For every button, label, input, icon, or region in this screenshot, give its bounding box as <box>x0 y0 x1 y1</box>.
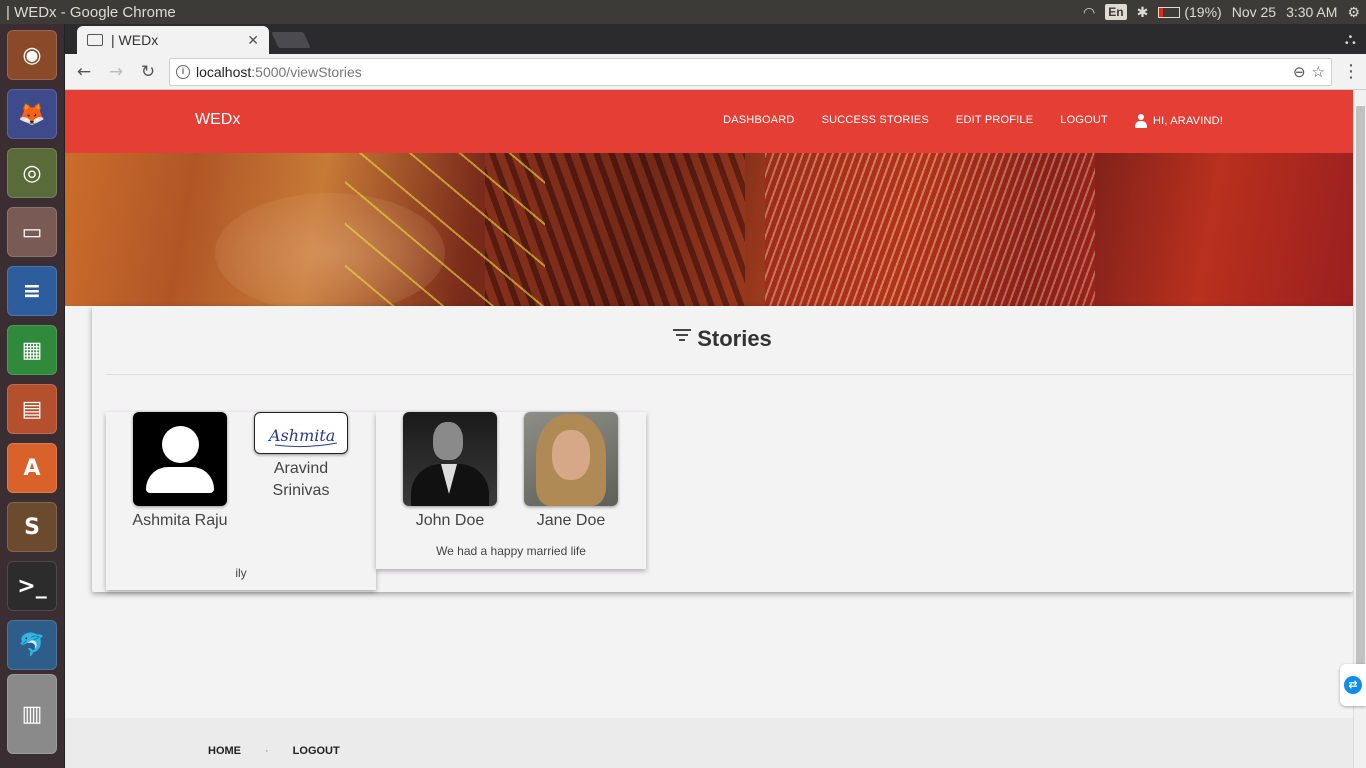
keyboard-layout-indicator[interactable]: En <box>1105 4 1127 20</box>
battery-icon <box>1158 6 1181 18</box>
filter-icon[interactable] <box>673 329 692 343</box>
teamviewer-widget-icon[interactable]: ⇄ <box>1340 664 1366 706</box>
bluetooth-icon[interactable]: ✱ <box>1137 4 1149 21</box>
hero-banner-image <box>65 153 1353 306</box>
date-label[interactable]: Nov 25 <box>1232 4 1276 20</box>
footer-separator: · <box>265 745 269 757</box>
nav-success-stories[interactable]: SUCCESS STORIES <box>822 114 929 128</box>
system-tray: ◠ En ✱ (19%) Nov 25 3:30 AM ⚙ <box>1083 0 1366 24</box>
page-favicon-icon <box>87 34 103 46</box>
back-arrow-icon[interactable]: ← <box>73 62 95 82</box>
partner-name: Aravind Srinivas <box>272 460 330 499</box>
site-footer: HOME · LOGOUT <box>65 718 1353 768</box>
forward-arrow-icon[interactable]: → <box>105 62 127 82</box>
stories-card: Stories Ashmita Raju Ashmita Aravind Sri… <box>92 306 1353 592</box>
calc-icon[interactable]: ▦ <box>7 325 57 375</box>
chrome-icon[interactable]: ◎ <box>7 148 57 198</box>
writer-icon[interactable]: ≡ <box>7 266 57 316</box>
partner-name: John Doe <box>415 512 485 529</box>
incognito-icon: ⛬ <box>1344 29 1356 48</box>
files-icon[interactable]: ▭ <box>7 207 57 257</box>
browser-window: | WEDx ✕ ⛬ ← → ↻ i localhost:5000/viewSt… <box>65 24 1366 768</box>
ubuntu-dash-icon[interactable]: ◉ <box>7 30 57 80</box>
nav-edit-profile[interactable]: EDIT PROFILE <box>956 114 1033 128</box>
tab-title: | WEDx <box>111 32 159 48</box>
user-icon <box>1134 114 1147 128</box>
stacked-apps-icon[interactable]: ▥ <box>7 674 57 754</box>
footer-home-link[interactable]: HOME <box>208 745 241 757</box>
browser-toolbar: ← → ↻ i localhost:5000/viewStories ⊖ ☆ ⋮ <box>65 54 1366 90</box>
story-card[interactable]: John Doe Jane Doe We had a happy married… <box>376 412 646 569</box>
site-info-icon[interactable]: i <box>176 64 190 79</box>
os-top-panel: | WEDx - Google Chrome ◠ En ✱ (19%) Nov … <box>0 0 1366 24</box>
new-tab-button[interactable] <box>271 32 311 48</box>
firefox-icon[interactable]: 🦊 <box>7 89 57 139</box>
battery-indicator[interactable]: (19%) <box>1158 4 1222 20</box>
story-caption: We had a happy married life <box>436 544 586 558</box>
mysql-workbench-icon[interactable]: 🐬 <box>7 620 57 670</box>
url-host: localhost <box>196 63 252 80</box>
wifi-icon[interactable]: ◠ <box>1083 4 1095 21</box>
nav-dashboard[interactable]: DASHBOARD <box>723 114 794 128</box>
stories-heading: Stories <box>92 326 1353 352</box>
user-greeting: HI, ARAVIND! <box>1152 115 1223 127</box>
clock-label[interactable]: 3:30 AM <box>1286 4 1337 20</box>
address-bar[interactable]: i localhost:5000/viewStories ⊖ ☆ <box>169 57 1332 86</box>
nav-user-menu[interactable]: HI, ARAVIND! <box>1134 114 1223 128</box>
story-partner-1: Ashmita Raju <box>125 412 235 532</box>
zoom-icon[interactable]: ⊖ <box>1293 63 1306 81</box>
page-viewport: WEDx DASHBOARD SUCCESS STORIES EDIT PROF… <box>65 90 1353 768</box>
unity-launcher: ◉ 🦊 ◎ ▭ ≡ ▦ ▤ A S >_ 🐬 ▥ <box>0 24 65 768</box>
jane-doe-photo <box>524 412 618 506</box>
story-partner-1: John Doe <box>395 412 505 532</box>
software-center-icon[interactable]: A <box>7 443 57 493</box>
window-title: | WEDx - Google Chrome <box>6 3 176 21</box>
scrollbar-thumb[interactable] <box>1356 106 1365 666</box>
impress-icon[interactable]: ▤ <box>7 384 57 434</box>
signature-avatar: Ashmita <box>254 412 348 454</box>
tab-strip: | WEDx ✕ ⛬ <box>65 24 1366 54</box>
tab-wedx[interactable]: | WEDx ✕ <box>77 26 269 54</box>
battery-percent: (19%) <box>1184 4 1222 20</box>
url-path: :5000/viewStories <box>251 63 362 80</box>
settings-gear-icon[interactable]: ⚙ <box>1347 4 1360 21</box>
john-doe-photo <box>403 412 497 506</box>
default-avatar-icon <box>133 412 227 506</box>
story-caption: ily <box>235 566 247 580</box>
sublime-icon[interactable]: S <box>7 502 57 552</box>
story-partner-2: Jane Doe <box>516 412 626 532</box>
heading-divider <box>106 374 1353 375</box>
site-navbar: WEDx DASHBOARD SUCCESS STORIES EDIT PROF… <box>65 90 1353 153</box>
footer-logout-link[interactable]: LOGOUT <box>293 745 340 757</box>
terminal-icon[interactable]: >_ <box>7 561 57 611</box>
story-card[interactable]: Ashmita Raju Ashmita Aravind Srinivas il… <box>106 412 376 590</box>
partner-name: Jane Doe <box>536 512 606 529</box>
nav-logout[interactable]: LOGOUT <box>1060 114 1108 128</box>
signature-text: Ashmita <box>267 426 335 445</box>
partner-name: Ashmita Raju <box>132 512 228 529</box>
story-partner-2: Ashmita Aravind Srinivas <box>246 412 356 502</box>
brand-logo[interactable]: WEDx <box>195 111 240 129</box>
nav-links: DASHBOARD SUCCESS STORIES EDIT PROFILE L… <box>723 114 1223 128</box>
reload-icon[interactable]: ↻ <box>137 62 159 82</box>
chrome-menu-icon[interactable]: ⋮ <box>1342 61 1360 82</box>
footer-links: HOME · LOGOUT <box>208 745 340 757</box>
bookmark-star-icon[interactable]: ☆ <box>1312 63 1325 81</box>
tab-close-icon[interactable]: ✕ <box>247 32 259 49</box>
